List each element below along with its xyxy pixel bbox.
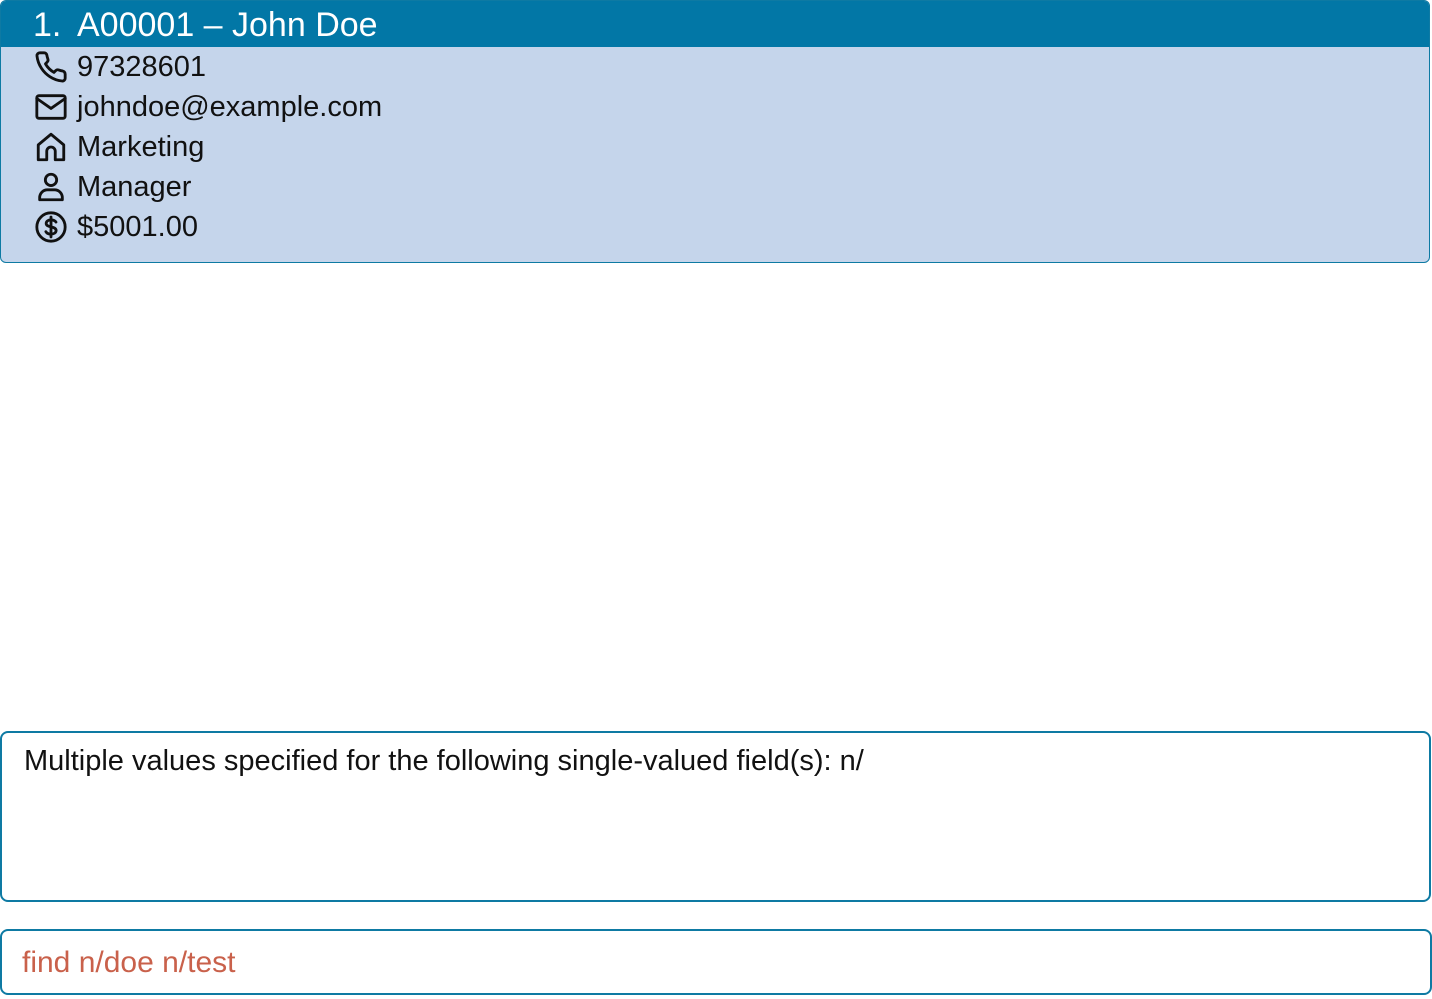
person-index: 1. [33,6,62,44]
salary-value: $5001.00 [77,210,198,243]
role-row: Manager [33,167,191,207]
person-card-header: 1. A00001 – John Doe [1,1,1429,47]
department-row: Marketing [33,127,204,167]
result-display[interactable]: Multiple values specified for the follow… [0,731,1431,902]
department-value: Marketing [77,130,205,163]
app-window: 1. A00001 – John Doe 97328601 johndoe@ex… [0,0,1432,999]
phone-value: 97328601 [77,50,207,83]
role-value: Manager [77,170,192,203]
email-icon [33,89,69,125]
salary-icon [33,209,69,245]
email-value: johndoe@example.com [77,90,383,123]
department-icon [33,129,69,165]
person-card[interactable]: 1. A00001 – John Doe 97328601 johndoe@ex… [0,0,1430,263]
phone-icon [33,49,69,85]
phone-row: 97328601 [33,47,206,87]
result-message: Multiple values specified for the follow… [24,745,864,777]
role-icon [33,169,69,205]
command-input[interactable] [22,939,1402,987]
salary-row: $5001.00 [33,207,198,247]
email-row: johndoe@example.com [33,87,382,127]
command-box[interactable] [0,929,1432,995]
person-id-name: A00001 – John Doe [77,6,378,44]
